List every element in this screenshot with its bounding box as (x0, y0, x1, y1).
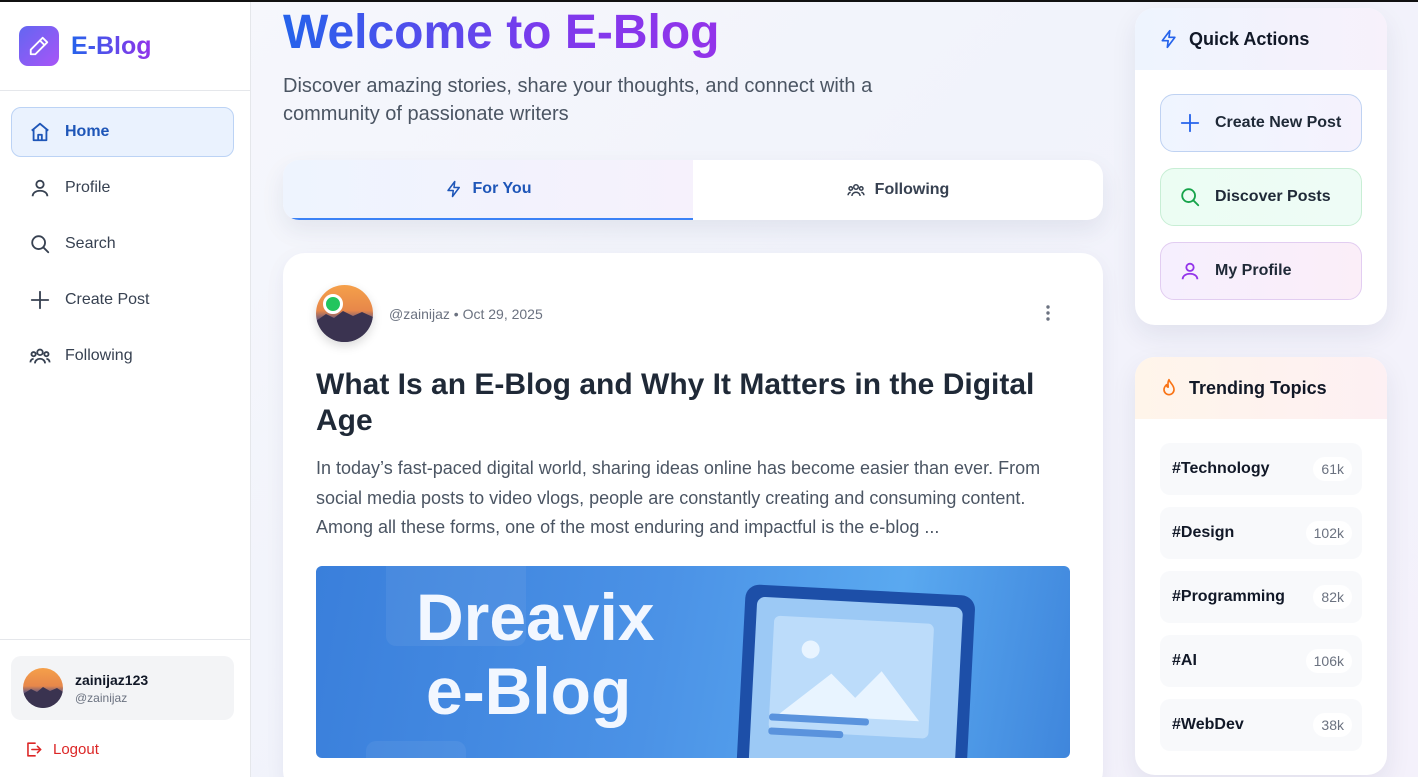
sidebar-item-label: Following (65, 347, 133, 364)
user-card[interactable]: zainijaz123 @zainijaz (11, 656, 234, 720)
feed-tabs: For You Following (283, 160, 1103, 220)
trending-header: Trending Topics (1135, 357, 1387, 419)
panel-title: Trending Topics (1189, 377, 1327, 398)
topic-item[interactable]: #Programming 82k (1160, 571, 1362, 623)
search-icon (31, 235, 50, 254)
post-title[interactable]: What Is an E-Blog and Why It Matters in … (316, 367, 1076, 439)
topic-count: 102k (1305, 521, 1352, 545)
divider (0, 639, 250, 640)
search-icon (1181, 188, 1200, 207)
topic-name: #WebDev (1172, 716, 1244, 733)
quick-actions-panel: Quick Actions Create New Post Discover P… (1135, 8, 1387, 325)
create-new-post-button[interactable]: Create New Post (1160, 94, 1362, 152)
quick-actions-header: Quick Actions (1135, 8, 1387, 70)
post-date: Oct 29, 2025 (462, 305, 543, 322)
tab-label: For You (472, 180, 532, 197)
more-vertical-icon (1046, 305, 1050, 321)
my-profile-button[interactable]: My Profile (1160, 242, 1362, 300)
tab-following[interactable]: Following (693, 160, 1103, 220)
meta-separator: • (453, 305, 459, 322)
image-text-line1: Dreavix (416, 580, 655, 654)
page-subtitle: Discover amazing stories, share your tho… (283, 75, 873, 125)
logout-button[interactable]: Logout (24, 740, 99, 759)
tab-for-you[interactable]: For You (283, 160, 693, 220)
post-excerpt: In today’s fast-paced digital world, sha… (316, 458, 1041, 537)
user-icon (31, 179, 49, 197)
plus-icon (1180, 113, 1200, 133)
sidebar-nav: Home Profile Search Create Post Followin… (11, 107, 234, 387)
tab-label: Following (874, 181, 950, 198)
topic-count: 106k (1305, 649, 1352, 673)
topic-name: #Design (1172, 524, 1235, 541)
topic-count: 38k (1313, 713, 1352, 737)
pencil-icon (19, 26, 59, 66)
users-icon (847, 184, 865, 197)
user-icon (1181, 262, 1199, 280)
bolt-icon (1161, 29, 1176, 49)
user-handle: @zainijaz (75, 690, 128, 705)
image-text-line2: e-Blog (426, 654, 632, 728)
more-options-button[interactable] (1033, 298, 1063, 328)
sidebar-item-label: Search (65, 235, 116, 252)
home-icon (31, 122, 49, 142)
button-label: Discover Posts (1215, 188, 1331, 205)
topic-name: #AI (1172, 652, 1197, 669)
sidebar-item-home[interactable]: Home (11, 107, 234, 157)
post-card[interactable]: @zainijaz • Oct 29, 2025 What Is an E-Bl… (283, 253, 1103, 777)
sidebar-item-create-post[interactable]: Create Post (11, 275, 234, 325)
discover-posts-button[interactable]: Discover Posts (1160, 168, 1362, 226)
topic-item[interactable]: #WebDev 38k (1160, 699, 1362, 751)
post-cover-image[interactable]: Dreavix e-Blog (316, 566, 1070, 758)
sidebar-item-label: Profile (65, 179, 111, 196)
topic-item[interactable]: #AI 106k (1160, 635, 1362, 687)
sidebar: E-Blog Home Profile Search Create Post F… (0, 0, 251, 777)
avatar (23, 668, 63, 708)
sidebar-item-following[interactable]: Following (11, 331, 234, 381)
button-label: Create New Post (1215, 114, 1342, 131)
online-status-dot (323, 294, 343, 314)
panel-title: Quick Actions (1189, 28, 1310, 49)
post-header: @zainijaz • Oct 29, 2025 (316, 285, 543, 342)
plus-icon (30, 290, 50, 310)
trending-topics-panel: Trending Topics #Technology 61k #Design … (1135, 357, 1387, 775)
logout-label: Logout (53, 741, 99, 758)
sidebar-item-label: Create Post (65, 291, 150, 308)
button-label: My Profile (1215, 262, 1292, 279)
top-border (0, 0, 1418, 2)
author-avatar[interactable] (316, 285, 373, 342)
logout-icon (27, 742, 42, 757)
sidebar-item-label: Home (65, 123, 110, 140)
bolt-icon (446, 180, 460, 198)
brand-name: E-Blog (71, 31, 152, 60)
post-author[interactable]: @zainijaz (389, 306, 450, 322)
sidebar-item-profile[interactable]: Profile (11, 163, 234, 213)
flame-icon (1163, 378, 1175, 396)
divider (0, 90, 250, 91)
topic-item[interactable]: #Design 102k (1160, 507, 1362, 559)
page-title: Welcome to E-Blog (283, 4, 719, 62)
user-name: zainijaz123 (75, 671, 149, 688)
users-icon (29, 348, 51, 364)
post-meta: @zainijaz • Oct 29, 2025 (389, 306, 543, 322)
topic-item[interactable]: #Technology 61k (1160, 443, 1362, 495)
brand[interactable]: E-Blog (19, 26, 152, 66)
topic-count: 61k (1313, 457, 1352, 481)
sidebar-item-search[interactable]: Search (11, 219, 234, 269)
topic-name: #Technology (1172, 460, 1270, 477)
topic-name: #Programming (1172, 588, 1285, 605)
topic-count: 82k (1313, 585, 1352, 609)
